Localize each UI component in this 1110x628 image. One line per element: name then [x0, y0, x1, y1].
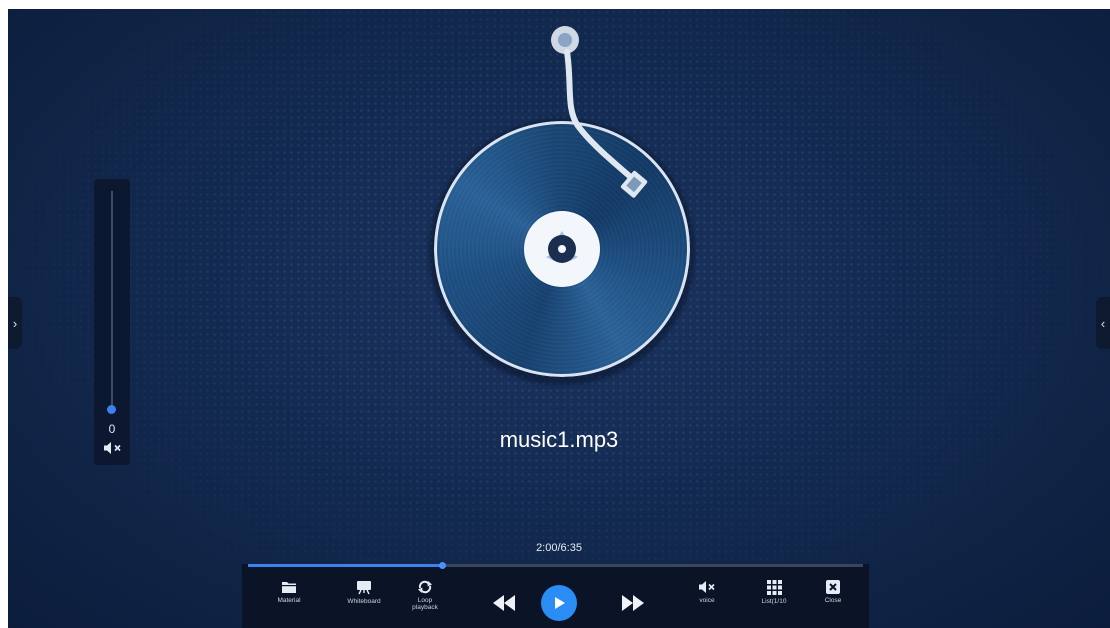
track-title: music1.mp3	[499, 427, 619, 452]
control-bar: Material Whiteboard Loop playback voice …	[242, 562, 869, 628]
loop-playback-button[interactable]: Loop playback	[400, 580, 450, 611]
voice-button[interactable]: voice	[682, 580, 732, 604]
loop-icon	[418, 580, 432, 594]
close-icon	[826, 580, 840, 594]
progress-thumb[interactable]	[439, 562, 447, 569]
volume-slider-thumb[interactable]	[107, 405, 116, 414]
volume-slider-track[interactable]	[111, 191, 113, 409]
close-label: Close	[824, 597, 842, 604]
whiteboard-button[interactable]: Whiteboard	[339, 580, 389, 605]
easel-icon	[357, 581, 371, 595]
loop-label-line2: playback	[412, 604, 438, 612]
loop-label: Loop playback	[412, 597, 438, 611]
tonearm-icon	[551, 26, 648, 198]
rewind-icon[interactable]	[492, 594, 516, 612]
playlist-button[interactable]: List(1/10	[749, 580, 799, 605]
grid-icon	[766, 580, 782, 595]
loop-label-line1: Loop	[417, 597, 433, 604]
play-button[interactable]	[541, 585, 577, 621]
record-spindle-hole	[558, 245, 566, 253]
chevron-left-icon: ‹	[1100, 315, 1106, 331]
progress-fill	[248, 564, 443, 567]
time-readout: 2:00/6:35	[536, 542, 582, 554]
left-panel-handle[interactable]: ›	[8, 297, 22, 349]
folder-icon	[282, 582, 296, 593]
progress-bar[interactable]	[248, 562, 863, 569]
voice-label: voice	[699, 597, 715, 604]
volume-panel: 0	[94, 179, 130, 465]
chevron-right-icon: ›	[12, 315, 18, 331]
fast-forward-icon[interactable]	[621, 594, 645, 612]
play-icon	[555, 597, 565, 609]
media-player-screen: › ‹ 0 music1.mp3 2:00/6:35 Material Whit…	[8, 9, 1110, 628]
close-button[interactable]: Close	[808, 580, 858, 604]
right-panel-handle[interactable]: ‹	[1096, 297, 1110, 349]
playlist-label: List(1/10	[761, 598, 787, 605]
material-button[interactable]: Material	[264, 580, 314, 604]
material-label: Material	[277, 597, 301, 604]
speaker-mute-icon	[699, 581, 715, 593]
whiteboard-label: Whiteboard	[347, 598, 381, 605]
